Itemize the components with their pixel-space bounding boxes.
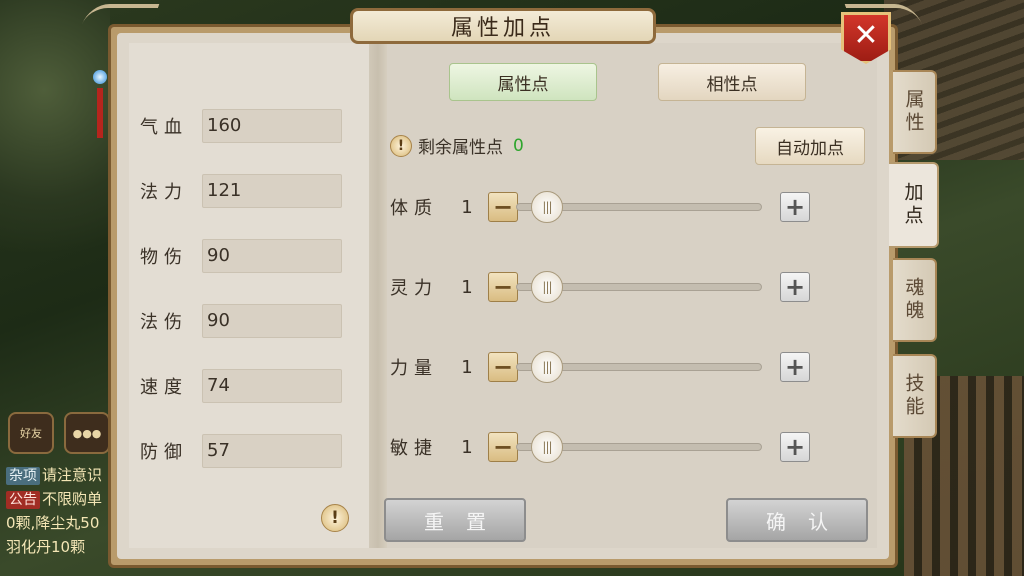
chat-log[interactable]: 杂项 请注意识 公告 不限购单 0颗,降尘丸50 羽化丹10颗: [6, 463, 116, 559]
chat-line: 0颗,降尘丸50: [6, 514, 100, 532]
tab-attribute-points[interactable]: 属性点: [449, 63, 597, 101]
slider-row-spirit: 灵力 1 − ||| +: [390, 270, 810, 304]
minus-button[interactable]: −: [488, 192, 518, 222]
side-tab-soul[interactable]: 魂魄: [893, 258, 937, 342]
stat-value: 57: [202, 434, 342, 468]
side-tab-add-points[interactable]: 加点: [889, 162, 939, 248]
slider-value: 1: [461, 436, 473, 458]
tab-affinity-points[interactable]: 相性点: [658, 63, 806, 101]
close-icon: ✕: [853, 18, 879, 53]
chat-tag-notice: 公告: [6, 491, 40, 509]
slider-value: 1: [461, 276, 473, 298]
chat-line: 羽化丹10颗: [6, 538, 86, 556]
pendant-ornament: [92, 40, 108, 150]
stat-value: 90: [202, 304, 342, 338]
minus-button[interactable]: −: [488, 432, 518, 462]
stat-label: 气血: [140, 117, 188, 138]
stat-value: 121: [202, 174, 342, 208]
tassel-icon: [97, 88, 103, 138]
slider-track[interactable]: |||: [516, 431, 762, 463]
stat-value: 160: [202, 109, 342, 143]
slider-track[interactable]: |||: [516, 351, 762, 383]
minus-button[interactable]: −: [488, 272, 518, 302]
chat-tag-misc: 杂项: [6, 467, 40, 485]
panel-title: 属性加点: [350, 8, 656, 44]
stat-value: 90: [202, 239, 342, 273]
slider-track[interactable]: |||: [516, 191, 762, 223]
stat-row-defense: 防御 57: [140, 434, 342, 468]
chat-line: 公告 不限购单: [6, 487, 116, 511]
chat-line: 杂项 请注意识: [6, 463, 116, 487]
confirm-button[interactable]: 确认: [726, 498, 868, 542]
friends-button[interactable]: 好友: [8, 412, 54, 454]
remaining-label: 剩余属性点: [418, 138, 503, 158]
slider-thumb[interactable]: |||: [531, 351, 563, 383]
reset-button[interactable]: 重置: [384, 498, 526, 542]
jade-bead-icon: [93, 70, 107, 84]
slider-row-agility: 敏捷 1 − ||| +: [390, 430, 810, 464]
side-tab-attributes[interactable]: 属性: [893, 70, 937, 154]
chat-bubble-icon[interactable]: ●●●: [64, 412, 110, 454]
plus-button[interactable]: +: [780, 272, 810, 302]
slider-thumb[interactable]: |||: [531, 271, 563, 303]
slider-track[interactable]: |||: [516, 271, 762, 303]
stat-value: 74: [202, 369, 342, 403]
remaining-value: 0: [513, 135, 524, 156]
slider-thumb[interactable]: |||: [531, 191, 563, 223]
plus-button[interactable]: +: [780, 352, 810, 382]
auto-allocate-button[interactable]: 自动加点: [755, 127, 865, 165]
info-icon[interactable]: !: [321, 504, 349, 532]
slider-label: 灵力: [390, 278, 438, 299]
side-tab-skills[interactable]: 技能: [893, 354, 937, 438]
stat-label: 法力: [140, 182, 188, 203]
stat-label: 防御: [140, 442, 188, 463]
remaining-points: ! 剩余属性点 0: [390, 133, 524, 158]
slider-label: 力量: [390, 358, 438, 379]
stat-row-hp: 气血 160: [140, 109, 342, 143]
column-divider: [369, 43, 387, 548]
stat-label: 法伤: [140, 312, 188, 333]
stat-label: 物伤: [140, 247, 188, 268]
slider-label: 敏捷: [390, 438, 438, 459]
stat-label: 速度: [140, 377, 188, 398]
slider-row-strength: 力量 1 − ||| +: [390, 350, 810, 384]
slider-thumb[interactable]: |||: [531, 431, 563, 463]
stat-row-mana: 法力 121: [140, 174, 342, 208]
slider-label: 体质: [390, 198, 438, 219]
slider-value: 1: [461, 196, 473, 218]
stat-row-speed: 速度 74: [140, 369, 342, 403]
remaining-info-icon[interactable]: !: [390, 134, 412, 157]
slider-row-constitution: 体质 1 − ||| +: [390, 190, 810, 224]
plus-button[interactable]: +: [780, 432, 810, 462]
social-buttons: 好友 ●●●: [8, 412, 110, 454]
stat-row-magic-dmg: 法伤 90: [140, 304, 342, 338]
stat-row-phys-dmg: 物伤 90: [140, 239, 342, 273]
minus-button[interactable]: −: [488, 352, 518, 382]
plus-button[interactable]: +: [780, 192, 810, 222]
slider-value: 1: [461, 356, 473, 378]
